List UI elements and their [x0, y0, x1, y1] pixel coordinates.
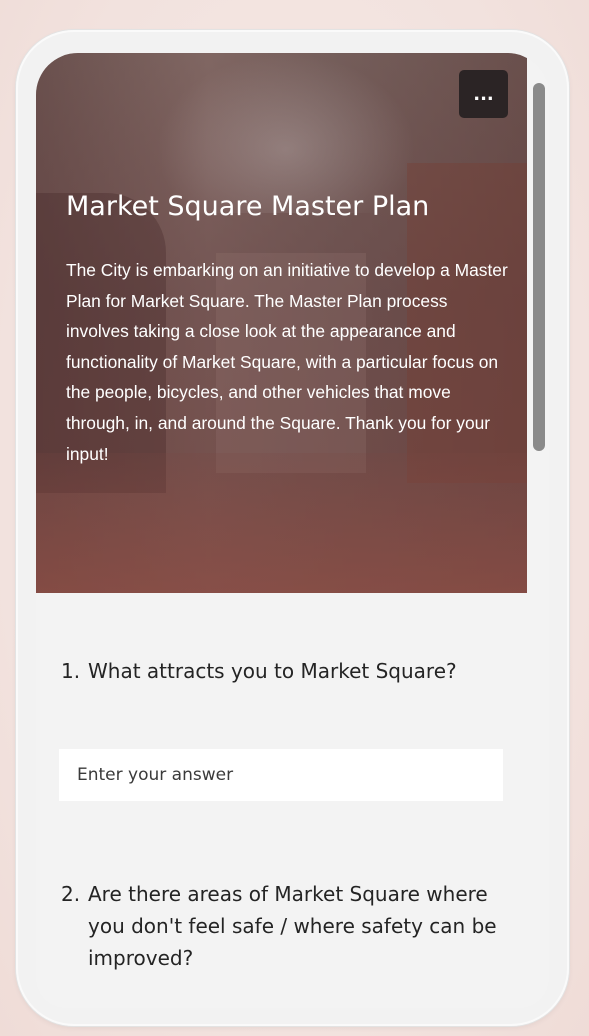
more-horizontal-icon: ... [473, 83, 494, 105]
form-header-banner: ... Market Square Master Plan The City i… [36, 53, 527, 593]
question-number: 2. [61, 882, 81, 906]
banner-street [36, 453, 527, 593]
form-screen: ... Market Square Master Plan The City i… [36, 53, 549, 1008]
question-text: What attracts you to Market Square? [88, 659, 457, 683]
more-options-button[interactable]: ... [459, 70, 508, 118]
question-1-answer-input[interactable] [59, 749, 503, 801]
form-title: Market Square Master Plan [66, 191, 430, 222]
question-text: Are there areas of Market Square where y… [88, 882, 497, 970]
page-background: ... Market Square Master Plan The City i… [0, 0, 589, 1036]
form-description: The City is embarking on an initiative t… [66, 260, 508, 464]
question-number: 1. [61, 659, 81, 683]
question-2: 2. Are there areas of Market Square wher… [61, 878, 501, 974]
question-1: 1. What attracts you to Market Square? [61, 655, 501, 687]
scrollbar-thumb[interactable] [533, 83, 545, 451]
questions-section: 1. What attracts you to Market Square? 2… [36, 593, 527, 1008]
